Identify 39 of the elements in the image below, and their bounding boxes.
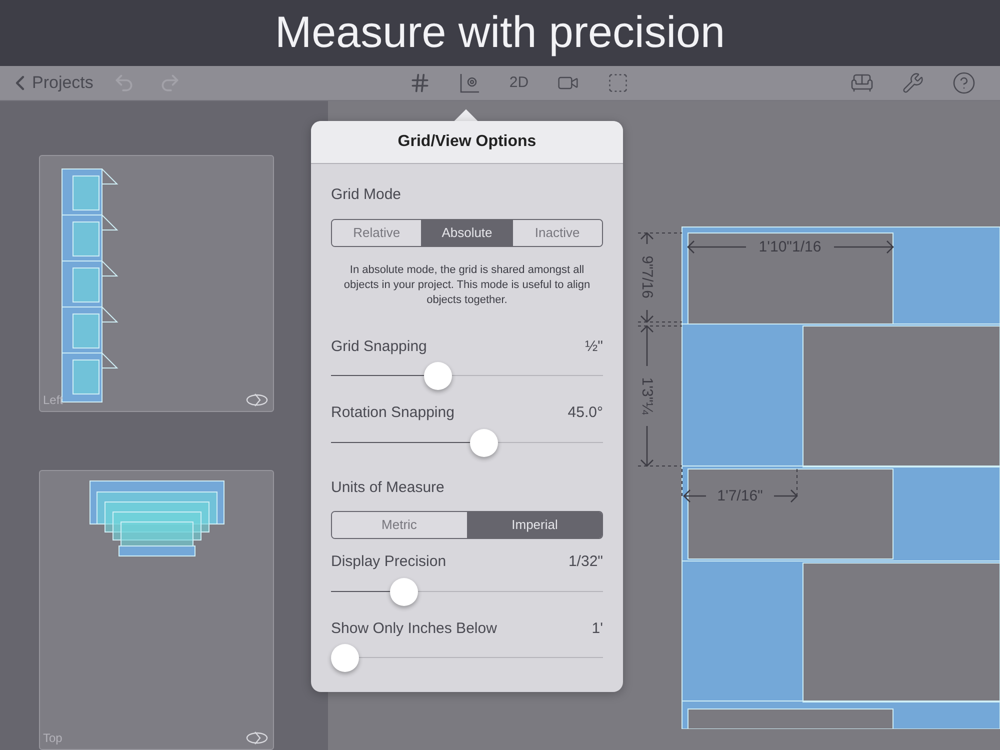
section-label: Grid Mode <box>331 185 402 205</box>
section-label: Units of Measure <box>331 478 446 498</box>
slider-track[interactable] <box>331 644 603 672</box>
view-mode-button[interactable]: 2D <box>509 72 529 94</box>
slider-value: 1' <box>592 618 603 638</box>
slider-label: Grid Snapping <box>331 336 427 356</box>
mode-description: In absolute mode, the grid is shared amongst all objects in your project. This mode is useful to align objects together. <box>342 262 592 308</box>
slider-label: Rotation Snapping <box>331 403 454 423</box>
dimension-label: 1'7/16" <box>717 488 763 504</box>
slider-value: 45.0° <box>568 403 603 423</box>
rotate-view-icon[interactable] <box>246 393 268 407</box>
segment-option[interactable]: Metric <box>332 512 466 538</box>
slider-label: Display Precision <box>331 552 446 572</box>
back-button[interactable]: Projects <box>8 70 94 96</box>
rotate-view-icon[interactable] <box>246 731 268 745</box>
dimension-label: 9"7/16 <box>640 256 654 298</box>
slider-thumb[interactable] <box>390 578 418 606</box>
dimension-label: 1'10"1/16 <box>758 240 822 254</box>
slider-value: ½" <box>585 336 603 356</box>
slider-thumb[interactable] <box>470 428 498 456</box>
slider-thumb[interactable] <box>424 362 452 390</box>
dashed-square-icon[interactable] <box>606 72 629 94</box>
dimension-label: 1'3"¼ <box>640 377 654 415</box>
slider-label: Show Only Inches Below <box>331 618 497 638</box>
grid-settings-icon[interactable] <box>459 72 482 94</box>
slider-track[interactable] <box>331 578 603 606</box>
slider-thumb[interactable] <box>331 644 359 672</box>
segment-option[interactable]: Inactive <box>512 220 602 246</box>
segment-option[interactable]: Relative <box>332 220 422 246</box>
popover-title: Grid/View Options <box>398 132 536 152</box>
slider-track[interactable] <box>331 362 603 390</box>
banner-title: Measure with precision <box>275 7 725 60</box>
segment-option[interactable]: Imperial <box>466 512 602 538</box>
shelf-front-drawing[interactable] <box>682 226 1000 729</box>
slider-track[interactable] <box>331 428 603 456</box>
slider-value: 1/32" <box>568 552 603 572</box>
wrench-icon[interactable] <box>902 72 924 94</box>
help-icon[interactable] <box>952 71 976 96</box>
segment-option[interactable]: Absolute <box>421 220 512 246</box>
